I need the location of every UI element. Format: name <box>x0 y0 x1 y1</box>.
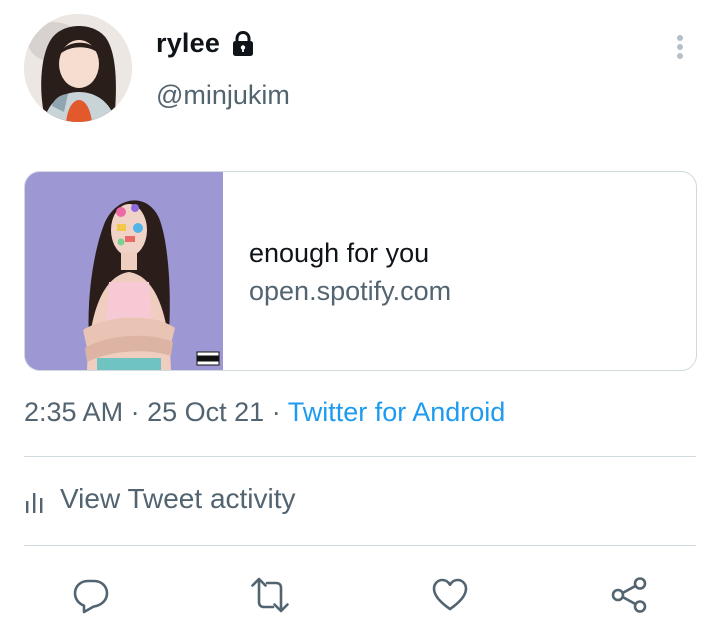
view-tweet-activity-link[interactable]: View Tweet activity <box>24 483 296 515</box>
card-title: enough for you <box>249 238 430 268</box>
card-domain: open.spotify.com <box>249 276 452 306</box>
meta-separator: · <box>130 397 140 427</box>
like-button[interactable] <box>429 574 471 616</box>
display-name[interactable]: rylee <box>156 28 220 59</box>
meta-separator: · <box>271 397 281 427</box>
bar-chart-icon <box>24 488 46 513</box>
link-preview-card[interactable]: enough for you open.spotify.com <box>24 171 697 371</box>
more-options-icon[interactable] <box>664 30 696 64</box>
reply-button[interactable] <box>70 574 112 616</box>
avatar[interactable] <box>24 14 132 122</box>
user-handle[interactable]: @minjukim <box>156 80 290 111</box>
tweet-source-link[interactable]: Twitter for Android <box>288 397 506 427</box>
tweet-date[interactable]: 25 Oct 21 <box>147 397 264 427</box>
reply-icon <box>73 579 109 614</box>
view-tweet-activity-label[interactable]: View Tweet activity <box>60 483 296 515</box>
avatar-image <box>24 14 132 122</box>
album-cover-image <box>25 172 223 370</box>
user-name-row[interactable]: rylee <box>156 28 256 59</box>
tweet-time[interactable]: 2:35 AM <box>24 397 123 427</box>
tweet-metadata: 2:35 AM · 25 Oct 21 · Twitter for Androi… <box>24 397 505 428</box>
divider <box>24 545 696 546</box>
share-icon <box>611 577 647 613</box>
retweet-button[interactable] <box>249 574 291 616</box>
share-button[interactable] <box>608 574 650 616</box>
divider <box>24 456 696 457</box>
lock-icon <box>230 30 256 58</box>
heart-icon <box>432 578 468 611</box>
retweet-icon <box>251 577 289 613</box>
